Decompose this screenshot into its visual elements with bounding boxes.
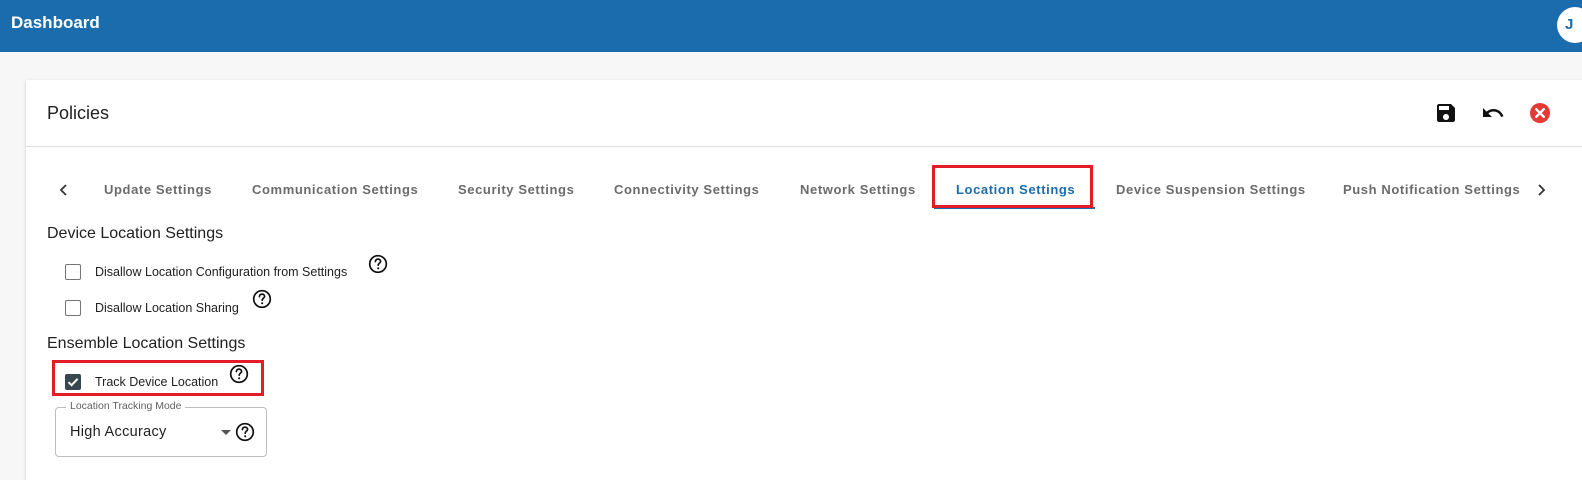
caret-down-icon[interactable] [221,430,231,436]
location-tracking-mode-help[interactable] [235,422,255,442]
settings-tab-bar: Update Settings Communication Settings S… [26,164,1582,214]
disallow-location-sharing-help[interactable] [252,289,272,309]
app-title: Dashboard [11,13,100,32]
tab-location-settings[interactable]: Location Settings [956,182,1075,197]
device-location-section-title: Device Location Settings [47,225,224,242]
disallow-location-sharing-checkbox[interactable] [65,300,81,316]
disallow-location-config-row: Disallow Location Configuration from Set… [65,261,395,285]
tab-push-notification-settings[interactable]: Push Notification Settings [1343,182,1520,197]
track-device-location-help[interactable] [229,364,249,384]
track-device-location-checkbox[interactable] [65,374,81,390]
tab-update-settings[interactable]: Update Settings [104,182,212,197]
save-button[interactable] [1434,101,1458,125]
help-icon [235,422,255,442]
location-tracking-mode-select[interactable]: Location Tracking Mode High Accuracy [55,400,267,457]
tab-device-suspension-settings[interactable]: Device Suspension Settings [1116,182,1306,197]
chevron-right-icon [1538,184,1546,196]
active-tab-indicator [934,207,1095,209]
user-avatar[interactable]: J [1557,7,1582,43]
tab-communication-settings[interactable]: Communication Settings [252,182,418,197]
policies-card: Policies Update Settings Communication S… [26,80,1582,480]
undo-button[interactable] [1481,101,1505,125]
close-button[interactable] [1528,101,1552,125]
close-icon [1530,103,1550,123]
undo-icon [1483,108,1504,117]
card-header: Policies [26,80,1582,147]
disallow-location-config-help[interactable] [368,254,388,274]
tab-scroll-left-button[interactable] [57,180,71,200]
tab-scroll-right-button[interactable] [1534,180,1548,200]
help-icon [229,364,249,384]
help-icon [252,289,272,309]
track-device-location-label: Track Device Location [95,375,219,389]
disallow-location-config-checkbox[interactable] [65,264,81,280]
tab-connectivity-settings[interactable]: Connectivity Settings [614,182,760,197]
help-icon [368,254,388,274]
ensemble-location-section-title: Ensemble Location Settings [47,335,246,352]
tab-security-settings[interactable]: Security Settings [458,182,574,197]
location-tracking-mode-label: Location Tracking Mode [66,400,186,412]
save-icon [1437,104,1455,122]
top-app-bar: Dashboard J [0,0,1582,52]
checkmark-icon [67,378,79,387]
chevron-left-icon [59,184,67,196]
disallow-location-config-label: Disallow Location Configuration from Set… [95,265,348,279]
disallow-location-sharing-label: Disallow Location Sharing [95,301,239,315]
page-title: Policies [47,103,110,123]
track-device-location-row: Track Device Location [65,371,235,395]
location-tracking-mode-value: High Accuracy [70,424,167,440]
tab-network-settings[interactable]: Network Settings [800,182,916,197]
